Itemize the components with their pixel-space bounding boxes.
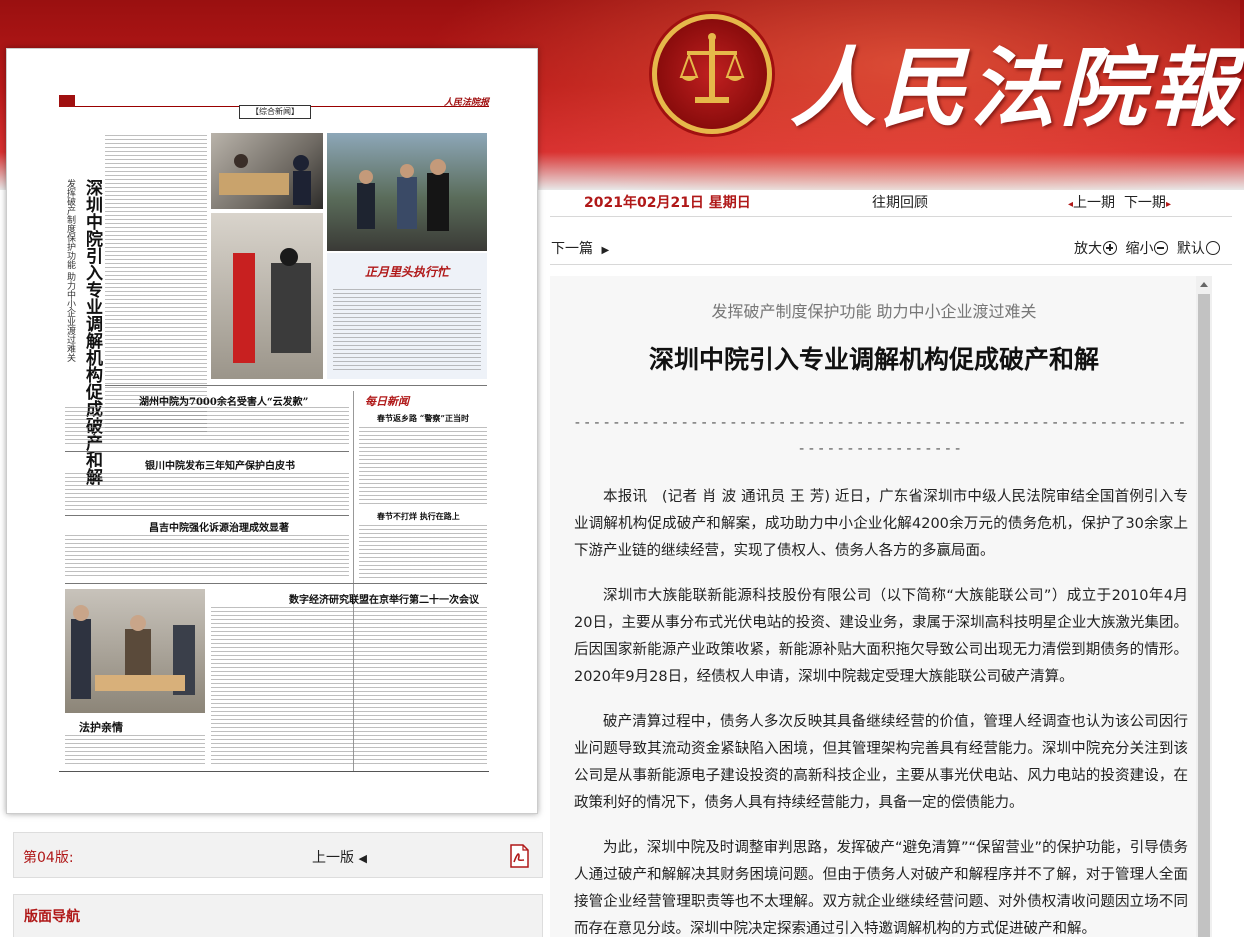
side-item-2[interactable]: 春节不打烊 执行在路上 [377,511,460,522]
page-navigation-panel: 版面导航 [13,894,543,937]
prev-edition-link[interactable]: 上一版 ◀ [312,847,367,867]
edition-bar: 第04版: 上一版 ◀ [13,832,543,878]
photo-caption-title: 正月里头执行忙 [365,265,450,279]
divider [550,264,1232,265]
divider [105,385,487,386]
page-footer-rule [59,771,489,772]
article-paragraph: 深圳市大族能联新能源科技股份有限公司（以下简称“大族能联公司”）成立于2010年… [574,588,1188,685]
article-paragraph: 破产清算过程中，债务人多次反映其具备继续经营的价值，管理人经调查也认为该公司因行… [574,714,1188,811]
article-title: 深圳中院引入专业调解机构促成破产和解 [648,345,1099,374]
article-paragraph: 为此，深圳中院及时调整审判思路，发挥破产“避免清算”“保留营业”的保护功能，引导… [574,840,1188,937]
article-panel: 发挥破产制度保护功能 助力中小企业渡过难关 深圳中院引入专业调解机构促成破产和解… [550,276,1198,937]
dashed-separator: ----------------------------------------… [574,415,1190,457]
headline-yinchuan[interactable]: 银川中院发布三年知产保护白皮书 [145,457,295,472]
story-huzhou-text[interactable] [65,407,349,447]
prev-issue-link[interactable]: 上一期 [1073,195,1115,211]
newspaper-page-thumbnail[interactable]: 【综合新闻】 人民法院报 深圳中院引入专业调解机构促成破产和解 发挥破产制度保护… [6,48,538,814]
story-family-text[interactable] [65,735,205,767]
headline-huzhou[interactable]: 湖州中院为7000余名受害人“云发款” [139,393,308,408]
divider [65,451,349,452]
past-issues-link[interactable]: 往期回顾 [872,192,928,212]
section-label: 【综合新闻】 [239,105,311,119]
page-layout: 【综合新闻】 人民法院报 深圳中院引入专业调解机构促成破产和解 发挥破产制度保护… [59,95,489,775]
divider [65,583,487,584]
zoom-in-icon [1103,241,1117,255]
side-item-2-text[interactable] [359,525,487,581]
page-header-strip: 【综合新闻】 人民法院报 [59,95,489,119]
zoom-out-label: 缩小 [1125,241,1154,257]
main-story-text[interactable] [105,135,207,435]
edition-label: 第04版: [23,850,74,866]
prev-edition-label: 上一版 [312,850,354,866]
zoom-in-label: 放大 [1074,241,1102,257]
story-digital-text[interactable] [211,607,487,767]
next-issue-arrow-icon: ▸ [1165,199,1171,210]
scroll-up-icon[interactable] [1200,282,1208,287]
paper-logo: 人民法院报 [443,98,489,108]
court-emblem-icon [652,14,772,134]
divider [550,216,1232,217]
scrollbar-thumb[interactable] [1198,294,1210,937]
date-bar: 2021年02月21日 星期日 往期回顾 ◂上一期 下一期▸ [584,192,1224,212]
issue-date: 2021年02月21日 星期日 [584,195,751,211]
photo-caption-family: 法护亲情 [79,721,123,734]
next-article-link[interactable]: 下一篇 ▶ [551,238,609,258]
zoom-out-button[interactable]: 缩小 [1125,241,1169,257]
zoom-default-button[interactable]: 默认 [1177,241,1220,257]
article-body: 本报讯 (记者 肖 波 通讯员 王 芳) 近日，广东省深圳市中级人民法院审结全国… [574,484,1188,937]
side-item-1-text[interactable] [359,427,487,505]
page-number-block [59,95,75,107]
divider [65,515,349,516]
caret-right-icon: ▶ [601,245,610,256]
zoom-default-icon [1205,241,1220,255]
photo-family-mediation [65,589,205,713]
zoom-controls: 放大 缩小 默认 [1074,238,1224,258]
story-changji-text[interactable] [65,535,349,579]
photo-enforcement-team [327,133,487,251]
article-paragraph: 本报讯 (记者 肖 波 通讯员 王 芳) 近日，广东省深圳市中级人民法院审结全国… [574,489,1188,559]
side-item-1[interactable]: 春节返乡路 “警察”正当时 [377,413,469,424]
masthead-title: 人民法院報 [790,38,1240,139]
caret-left-icon: ◀ [358,852,367,865]
zoom-in-button[interactable]: 放大 [1074,241,1117,257]
headline-changji[interactable]: 昌吉中院强化诉源治理成效显著 [149,519,289,534]
issue-navigation: ◂上一期 下一期▸ [1068,192,1171,212]
article-subtitle: 发挥破产制度保护功能 助力中小企业渡过难关 [711,302,1037,321]
photo-door-enforcement [211,213,323,379]
headline-digital-economy[interactable]: 数字经济研究联盟在京举行第二十一次会议 [289,591,479,606]
next-article-label: 下一篇 [551,241,593,257]
zoom-default-label: 默认 [1176,241,1205,257]
photo-caption-text [333,289,481,373]
story-yinchuan-text[interactable] [65,473,349,511]
zoom-out-icon [1154,241,1169,255]
pdf-icon[interactable] [508,844,530,868]
next-issue-link[interactable]: 下一期 [1124,195,1166,211]
page-navigation-title: 版面导航 [24,909,80,925]
side-column-title: 每日新闻 [365,395,409,408]
article-scrollbar[interactable] [1196,276,1212,937]
main-story-subheadline: 发挥破产制度保护功能 助力中小企业渡过难关 [65,179,75,362]
photo-court-meeting [211,133,323,209]
photo-caption-panel: 正月里头执行忙 [327,253,487,379]
